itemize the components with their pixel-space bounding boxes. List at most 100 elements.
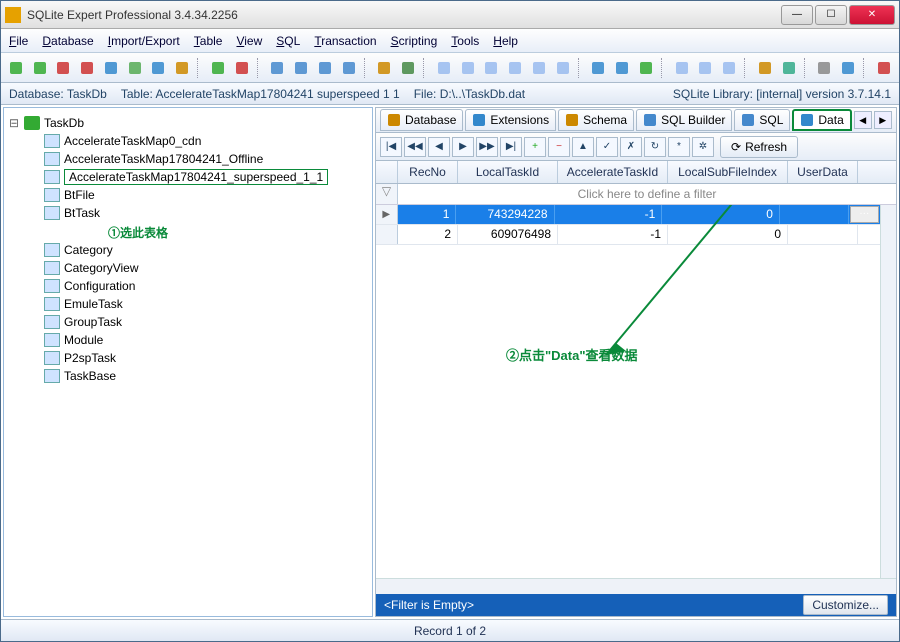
toolbar-btn-27[interactable] xyxy=(588,57,610,79)
tab-data[interactable]: Data xyxy=(792,109,851,131)
minimize-button[interactable]: — xyxy=(781,5,813,25)
nav-btn-11[interactable]: ↻ xyxy=(644,137,666,157)
toolbar-btn-24[interactable] xyxy=(528,57,550,79)
filter-hint[interactable]: Click here to define a filter xyxy=(398,184,896,204)
menu-scripting[interactable]: Scripting xyxy=(391,34,438,48)
tab-database[interactable]: Database xyxy=(380,109,463,131)
filter-row[interactable]: ▽ Click here to define a filter xyxy=(376,184,896,205)
toolbar-btn-9[interactable] xyxy=(207,57,229,79)
nav-btn-1[interactable]: ◀◀ xyxy=(404,137,426,157)
toolbar-btn-28[interactable] xyxy=(611,57,633,79)
cell-editor-button[interactable]: ··· xyxy=(850,206,879,223)
toolbar-btn-39[interactable] xyxy=(837,57,859,79)
toolbar-btn-17[interactable] xyxy=(374,57,396,79)
tree-item[interactable]: GroupTask xyxy=(8,313,368,331)
grid-body[interactable]: ▶1743294228-10···2609076498-10 ②点击"Data"… xyxy=(376,205,880,578)
col-header-localtaskid[interactable]: LocalTaskId xyxy=(458,161,558,183)
cell[interactable]: -1 xyxy=(555,205,663,224)
tab-scroll[interactable]: ◀ xyxy=(854,111,872,129)
close-button[interactable]: ✕ xyxy=(849,5,895,25)
toolbar-btn-4[interactable] xyxy=(100,57,122,79)
tab-sql-builder[interactable]: SQL Builder xyxy=(636,109,732,131)
nav-btn-5[interactable]: ▶| xyxy=(500,137,522,157)
menu-tools[interactable]: Tools xyxy=(451,34,479,48)
tree-item[interactable]: Configuration xyxy=(8,277,368,295)
toolbar-btn-10[interactable] xyxy=(231,57,253,79)
col-header-userdata[interactable]: UserData xyxy=(788,161,858,183)
menu-sql[interactable]: SQL xyxy=(276,34,300,48)
cell[interactable]: -1 xyxy=(558,225,668,244)
toolbar-btn-0[interactable] xyxy=(5,57,27,79)
toolbar-btn-18[interactable] xyxy=(397,57,419,79)
nav-btn-4[interactable]: ▶▶ xyxy=(476,137,498,157)
toolbar-btn-7[interactable] xyxy=(171,57,193,79)
toolbar-btn-14[interactable] xyxy=(314,57,336,79)
col-header-recno[interactable]: RecNo xyxy=(398,161,458,183)
table-row[interactable]: 2609076498-10 xyxy=(376,225,880,245)
vertical-scrollbar[interactable] xyxy=(880,205,896,578)
tree-item[interactable]: BtFile xyxy=(8,186,368,204)
cell[interactable] xyxy=(780,205,849,224)
tree-item[interactable]: AccelerateTaskMap17804241_superspeed_1_1 xyxy=(8,168,368,186)
nav-btn-2[interactable]: ◀ xyxy=(428,137,450,157)
nav-btn-10[interactable]: ✗ xyxy=(620,137,642,157)
tree-item[interactable]: TaskBase xyxy=(8,367,368,385)
tree-item[interactable]: EmuleTask xyxy=(8,295,368,313)
toolbar-btn-23[interactable] xyxy=(504,57,526,79)
cell[interactable]: 1 xyxy=(398,205,457,224)
cell[interactable]: 0 xyxy=(662,205,780,224)
tree-item[interactable]: Category xyxy=(8,241,368,259)
toolbar-btn-35[interactable] xyxy=(754,57,776,79)
tree-item[interactable]: P2spTask xyxy=(8,349,368,367)
menu-importexport[interactable]: Import/Export xyxy=(108,34,180,48)
menu-file[interactable]: File xyxy=(9,34,28,48)
toolbar-btn-2[interactable] xyxy=(53,57,75,79)
tree-item[interactable]: BtTask xyxy=(8,204,368,222)
toolbar-btn-21[interactable] xyxy=(457,57,479,79)
toolbar-btn-38[interactable] xyxy=(813,57,835,79)
tab-extensions[interactable]: Extensions xyxy=(465,109,556,131)
toolbar-btn-15[interactable] xyxy=(338,57,360,79)
toolbar-btn-1[interactable] xyxy=(29,57,51,79)
tree-item[interactable]: AccelerateTaskMap17804241_Offline xyxy=(8,150,368,168)
tree-item[interactable]: AccelerateTaskMap0_cdn xyxy=(8,132,368,150)
toolbar-btn-22[interactable] xyxy=(481,57,503,79)
nav-btn-7[interactable]: − xyxy=(548,137,570,157)
tab-sql[interactable]: SQL xyxy=(734,109,790,131)
maximize-button[interactable]: ☐ xyxy=(815,5,847,25)
tree-item[interactable]: CategoryView xyxy=(8,259,368,277)
menu-help[interactable]: Help xyxy=(493,34,518,48)
col-header-acceleratetaskid[interactable]: AccelerateTaskId xyxy=(558,161,668,183)
cell[interactable]: 2 xyxy=(398,225,458,244)
horizontal-scrollbar[interactable] xyxy=(376,578,896,594)
menu-view[interactable]: View xyxy=(236,34,262,48)
nav-btn-9[interactable]: ✓ xyxy=(596,137,618,157)
tab-schema[interactable]: Schema xyxy=(558,109,634,131)
db-tree[interactable]: ⊟TaskDbAccelerateTaskMap0_cdnAccelerateT… xyxy=(4,108,372,616)
toolbar-btn-3[interactable] xyxy=(76,57,98,79)
toolbar-btn-32[interactable] xyxy=(695,57,717,79)
cell[interactable]: 609076498 xyxy=(458,225,558,244)
toolbar-btn-25[interactable] xyxy=(552,57,574,79)
toolbar-btn-31[interactable] xyxy=(671,57,693,79)
refresh-button[interactable]: ⟳Refresh xyxy=(720,136,798,158)
toolbar-btn-36[interactable] xyxy=(778,57,800,79)
toolbar-btn-20[interactable] xyxy=(433,57,455,79)
toolbar-btn-5[interactable] xyxy=(124,57,146,79)
menu-database[interactable]: Database xyxy=(42,34,93,48)
toolbar-btn-6[interactable] xyxy=(148,57,170,79)
col-header-localsubfileindex[interactable]: LocalSubFileIndex xyxy=(668,161,788,183)
table-row[interactable]: ▶1743294228-10··· xyxy=(376,205,880,225)
titlebar[interactable]: SQLite Expert Professional 3.4.34.2256 —… xyxy=(1,1,899,29)
tree-root-label[interactable]: TaskDb xyxy=(44,116,84,130)
nav-btn-6[interactable]: + xyxy=(524,137,546,157)
cell[interactable]: 743294228 xyxy=(456,205,554,224)
toolbar-btn-29[interactable] xyxy=(635,57,657,79)
menu-transaction[interactable]: Transaction xyxy=(314,34,376,48)
toolbar-btn-13[interactable] xyxy=(290,57,312,79)
menu-table[interactable]: Table xyxy=(194,34,223,48)
expand-icon[interactable]: ⊟ xyxy=(8,116,20,130)
tab-scroll[interactable]: ▶ xyxy=(874,111,892,129)
customize-button[interactable]: Customize... xyxy=(803,595,888,615)
cell[interactable]: 0 xyxy=(668,225,788,244)
